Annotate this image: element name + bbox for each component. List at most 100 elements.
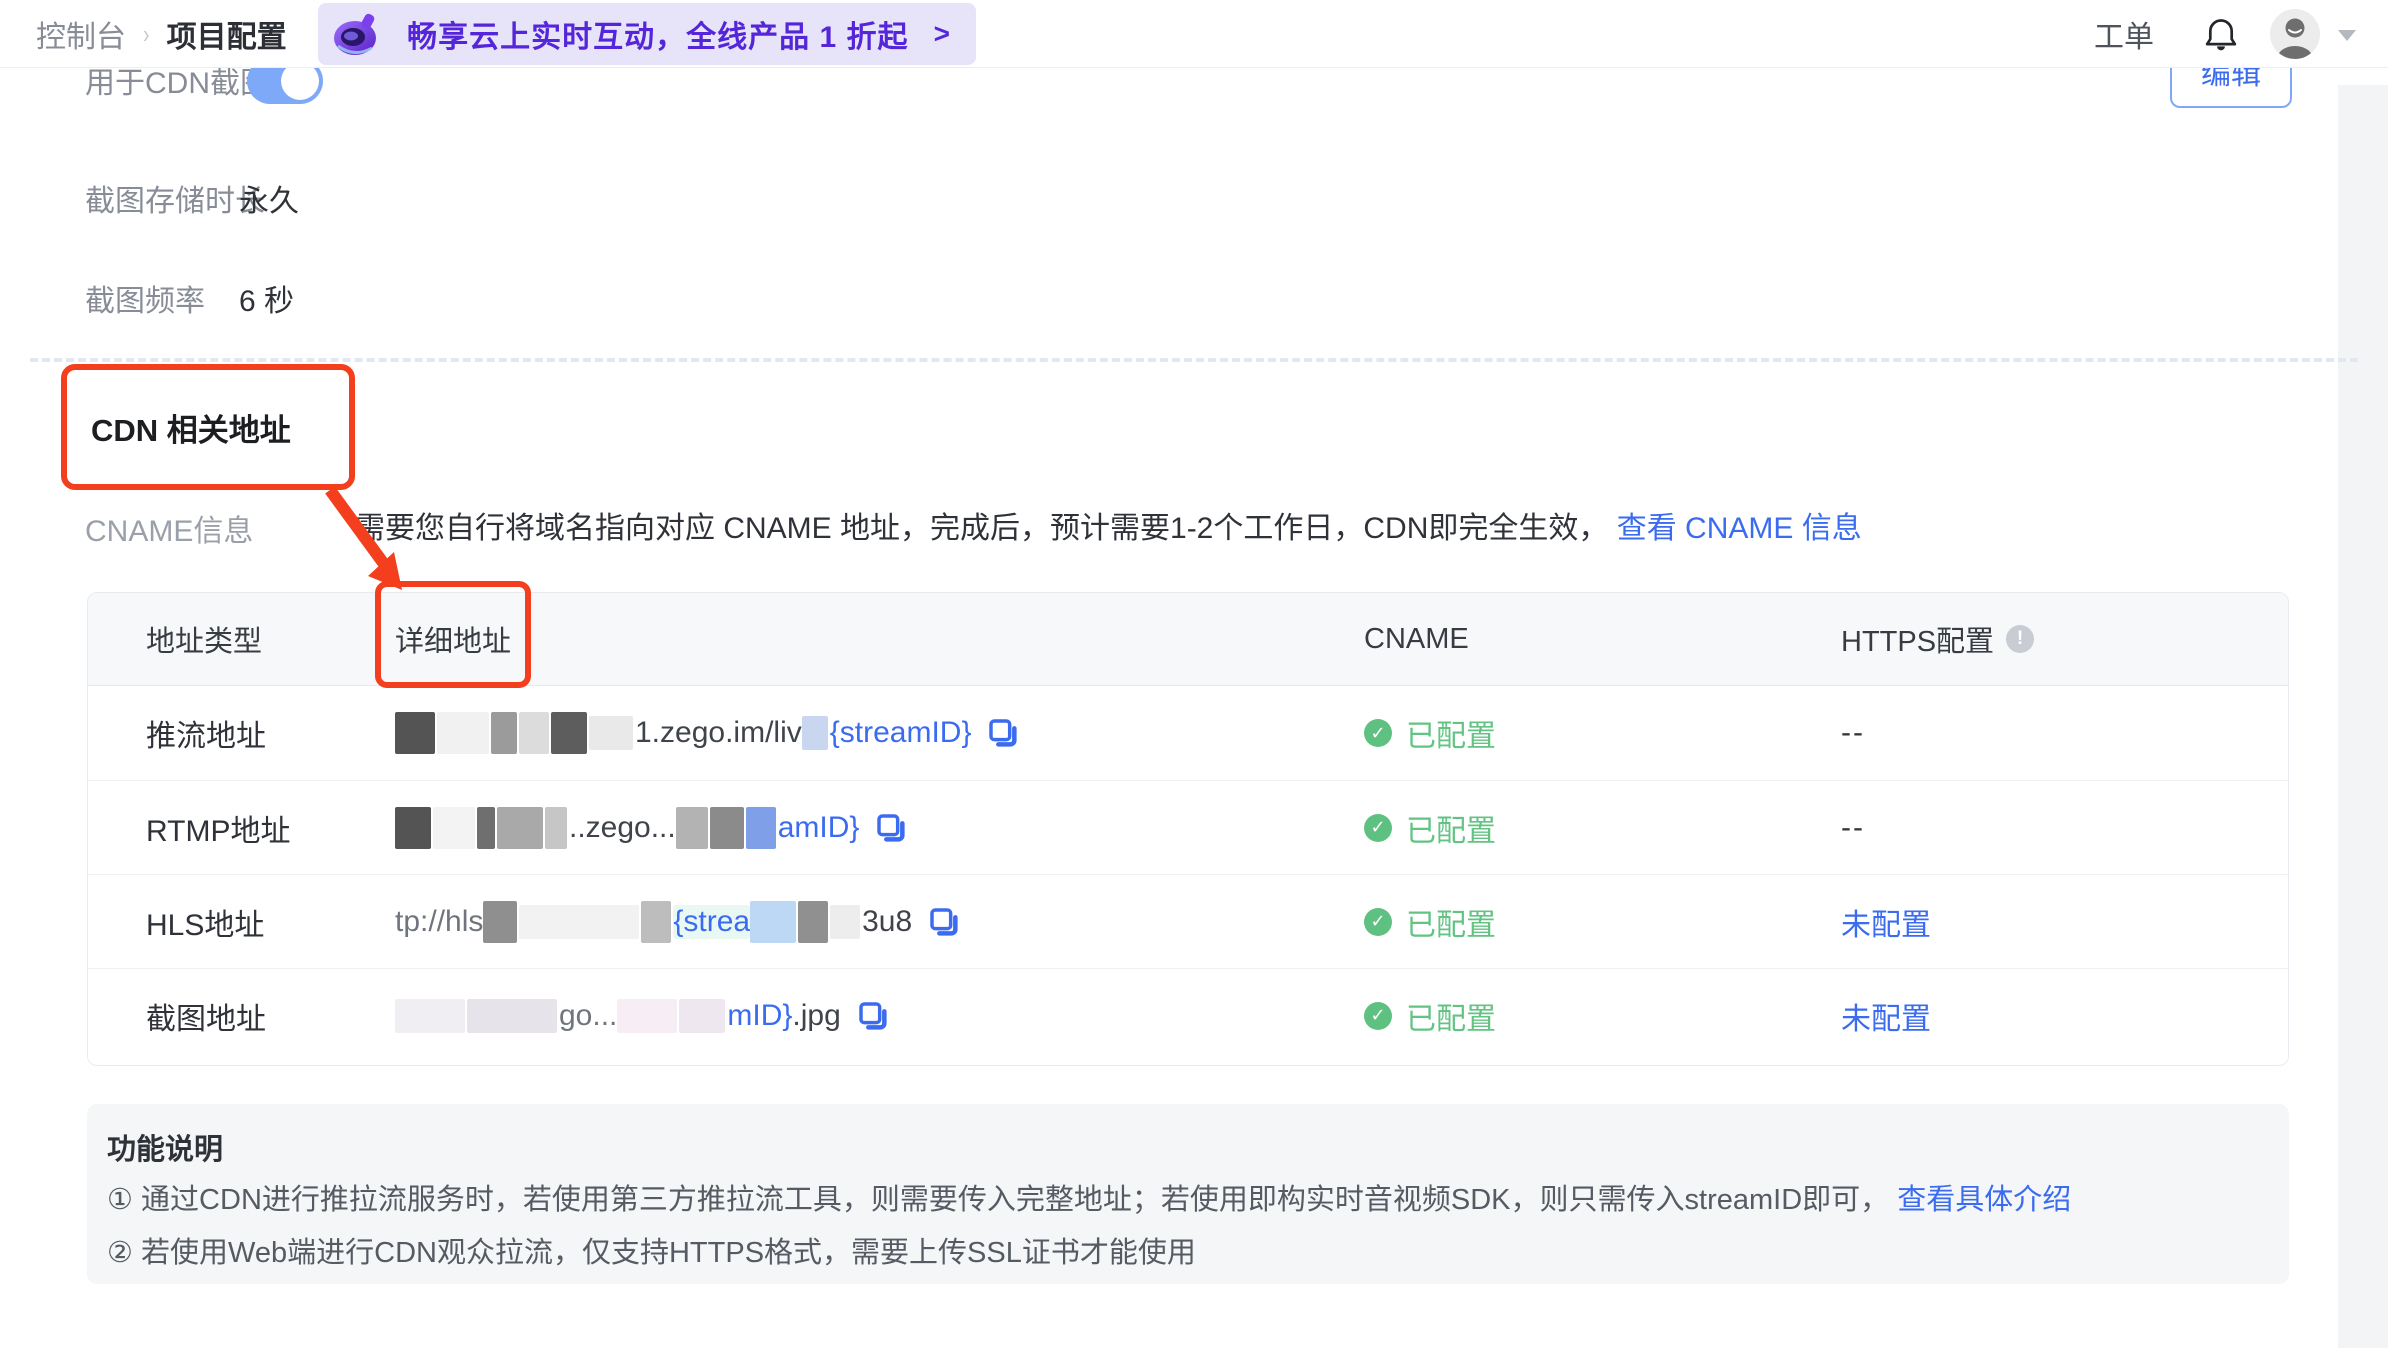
url-stream-fragment: {strea bbox=[673, 904, 751, 939]
promo-banner[interactable]: 畅享云上实时互动，全线产品 1 折起 > bbox=[318, 3, 976, 65]
view-cname-link[interactable]: 查看 CNAME 信息 bbox=[1617, 512, 1862, 545]
setting-value-frequency: 6 秒 bbox=[239, 285, 295, 318]
breadcrumb-console[interactable]: 控制台 bbox=[36, 12, 126, 56]
mascot-icon bbox=[334, 13, 376, 55]
redaction-block bbox=[467, 998, 557, 1033]
url-fragment: tp://hls bbox=[395, 904, 484, 938]
annotation-box-section-title: CDN 相关地址 bbox=[61, 364, 355, 490]
top-navigation-bar: 控制台 › 项目配置 畅享云上实时互动，全线产品 1 折起 > 工单 bbox=[0, 0, 2388, 68]
url-stream-fragment: {streamID} bbox=[829, 716, 972, 749]
redaction-block bbox=[519, 712, 549, 754]
url-fragment: 3u8 bbox=[862, 904, 913, 938]
https-config-link[interactable]: 未配置 bbox=[1841, 994, 2288, 1038]
col-header-cname: CNAME bbox=[1364, 622, 1469, 655]
https-none-value: -- bbox=[1841, 810, 1865, 844]
setting-value-storage: 永久 bbox=[239, 185, 299, 218]
redaction-block bbox=[395, 712, 435, 754]
check-icon: ✓ bbox=[1364, 719, 1392, 747]
cname-status-text: 已配置 bbox=[1406, 1002, 1496, 1036]
breadcrumb-current: 项目配置 bbox=[166, 21, 287, 54]
cname-status-text: 已配置 bbox=[1406, 814, 1496, 848]
cname-status-badge: ✓ 已配置 bbox=[1364, 900, 1841, 944]
redaction-block bbox=[497, 806, 543, 849]
redacted-url: ..zego... amID} bbox=[395, 806, 1364, 849]
redacted-url: tp://hls {strea 3u8 bbox=[395, 900, 1364, 943]
section-divider bbox=[30, 358, 2358, 362]
url-fragment: go... bbox=[559, 998, 618, 1032]
cname-status-text: 已配置 bbox=[1406, 908, 1496, 942]
cname-status-badge: ✓ 已配置 bbox=[1364, 994, 1841, 1038]
redaction-block bbox=[545, 806, 567, 849]
redaction-block bbox=[798, 900, 829, 943]
redaction-block bbox=[491, 712, 517, 754]
table-row-snapshot-url: 截图地址 go... mID} .jpg ✓ 已配置 未配置 bbox=[88, 968, 2288, 1062]
redaction-block bbox=[395, 998, 465, 1033]
setting-label-frequency: 截图频率 bbox=[85, 285, 205, 318]
notification-bell-icon[interactable] bbox=[2203, 16, 2239, 52]
redaction-block bbox=[830, 904, 861, 939]
redaction-block bbox=[395, 806, 431, 849]
table-row-push-url: 推流地址 1.zego.im/liv {streamID} ✓ 已配置 -- bbox=[88, 686, 2288, 780]
redaction-block bbox=[709, 806, 744, 849]
copy-button[interactable] bbox=[857, 1000, 889, 1032]
avatar-caret-icon[interactable] bbox=[2338, 30, 2356, 41]
cname-status-text: 已配置 bbox=[1406, 720, 1496, 753]
breadcrumb: 控制台 › 项目配置 bbox=[36, 0, 287, 68]
copy-button[interactable] bbox=[875, 812, 907, 844]
redaction-block bbox=[551, 712, 587, 754]
redaction-block bbox=[617, 998, 678, 1033]
redaction-block bbox=[801, 716, 828, 750]
table-row-hls-url: HLS地址 tp://hls {strea 3u8 ✓ 已配置 未配置 bbox=[88, 874, 2288, 968]
col-header-detail-address: 详细地址 bbox=[395, 626, 512, 658]
promo-text: 畅享云上实时互动，全线产品 1 折起 bbox=[407, 21, 909, 54]
cname-desc-text: 需要您自行将域名指向对应 CNAME 地址，完成后，预计需要1-2个工作日，CD… bbox=[355, 512, 1609, 545]
url-stream-fragment: amID} bbox=[777, 810, 860, 844]
ticket-link[interactable]: 工单 bbox=[2094, 0, 2154, 68]
col-header-https: HTTPS配置 ! bbox=[1841, 618, 2288, 660]
section-title: CDN 相关地址 bbox=[91, 412, 291, 448]
notes-panel: 功能说明 ① 通过CDN进行推拉流服务时，若使用第三方推拉流工具，则需要传入完整… bbox=[87, 1104, 2289, 1284]
col-header-address-type: 地址类型 bbox=[146, 626, 263, 658]
url-fragment: 1.zego.im/liv bbox=[635, 716, 802, 749]
redaction-block bbox=[641, 900, 672, 943]
https-none-value: -- bbox=[1841, 716, 1865, 749]
notes-title: 功能说明 bbox=[107, 1134, 224, 1166]
row-type-label: 截图地址 bbox=[146, 1002, 266, 1036]
redacted-url: go... mID} .jpg bbox=[395, 998, 1364, 1033]
check-icon: ✓ bbox=[1364, 907, 1392, 936]
url-fragment: ..zego... bbox=[569, 810, 676, 844]
note-line-2: ② 若使用Web端进行CDN观众拉流，仅支持HTTPS格式，需要上传SSL证书才… bbox=[107, 1237, 1196, 1269]
cname-info-desc: 需要您自行将域名指向对应 CNAME 地址，完成后，预计需要1-2个工作日，CD… bbox=[355, 503, 1862, 547]
table-row-rtmp-url: RTMP地址 ..zego... amID} ✓ 已配置 -- bbox=[88, 780, 2288, 874]
redaction-block bbox=[750, 900, 797, 943]
note-line-1: ① 通过CDN进行推拉流服务时，若使用第三方推拉流工具，则需要传入完整地址；若使… bbox=[107, 1176, 2071, 1218]
row-type-label: 推流地址 bbox=[146, 720, 266, 753]
cname-info-label: CNAME信息 bbox=[85, 515, 254, 548]
redaction-block bbox=[745, 806, 776, 849]
note-1-link[interactable]: 查看具体介绍 bbox=[1897, 1184, 2071, 1216]
redaction-block bbox=[679, 998, 726, 1033]
copy-button[interactable] bbox=[987, 717, 1019, 749]
avatar[interactable] bbox=[2270, 9, 2320, 59]
redaction-block bbox=[477, 806, 495, 849]
https-config-link[interactable]: 未配置 bbox=[1841, 900, 2288, 944]
redaction-block bbox=[433, 806, 475, 849]
url-fragment: .jpg bbox=[792, 998, 841, 1032]
row-type-label: HLS地址 bbox=[146, 908, 265, 942]
copy-button[interactable] bbox=[928, 906, 960, 938]
note-1-text: ① 通过CDN进行推拉流服务时，若使用第三方推拉流工具，则需要传入完整地址；若使… bbox=[107, 1184, 1890, 1216]
redaction-block bbox=[483, 900, 518, 943]
check-icon: ✓ bbox=[1364, 1001, 1392, 1030]
promo-arrow-icon: > bbox=[933, 18, 950, 49]
cdn-address-table: 地址类型 详细地址 CNAME HTTPS配置 ! 推流地址 1.zego.im… bbox=[87, 592, 2289, 1066]
https-info-icon[interactable]: ! bbox=[2006, 625, 2035, 653]
redaction-block bbox=[675, 806, 708, 849]
scrollbar-track[interactable] bbox=[2338, 85, 2388, 1348]
check-icon: ✓ bbox=[1364, 813, 1392, 842]
cname-status-badge: ✓ 已配置 bbox=[1364, 711, 1841, 755]
url-stream-fragment: mID} bbox=[727, 998, 793, 1032]
breadcrumb-separator-icon: › bbox=[143, 18, 150, 49]
table-header-row: 地址类型 详细地址 CNAME HTTPS配置 ! bbox=[88, 593, 2288, 686]
redacted-url: 1.zego.im/liv {streamID} bbox=[395, 712, 1364, 754]
col-header-https-label: HTTPS配置 bbox=[1841, 626, 1995, 658]
